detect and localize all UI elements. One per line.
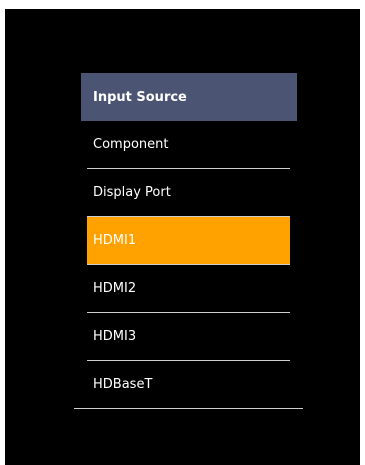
menu-item-component[interactable]: Component xyxy=(87,121,290,169)
menu-item-hdmi2[interactable]: HDMI2 xyxy=(87,265,290,313)
menu-title: Input Source xyxy=(81,73,297,121)
menu-item-hdbaset[interactable]: HDBaseT xyxy=(74,361,303,409)
osd-screen: Input Source Component Display Port HDMI… xyxy=(5,9,360,465)
menu-item-display-port[interactable]: Display Port xyxy=(87,169,290,217)
menu-item-hdmi3[interactable]: HDMI3 xyxy=(87,313,290,361)
menu-item-hdmi1[interactable]: HDMI1 xyxy=(87,217,290,265)
